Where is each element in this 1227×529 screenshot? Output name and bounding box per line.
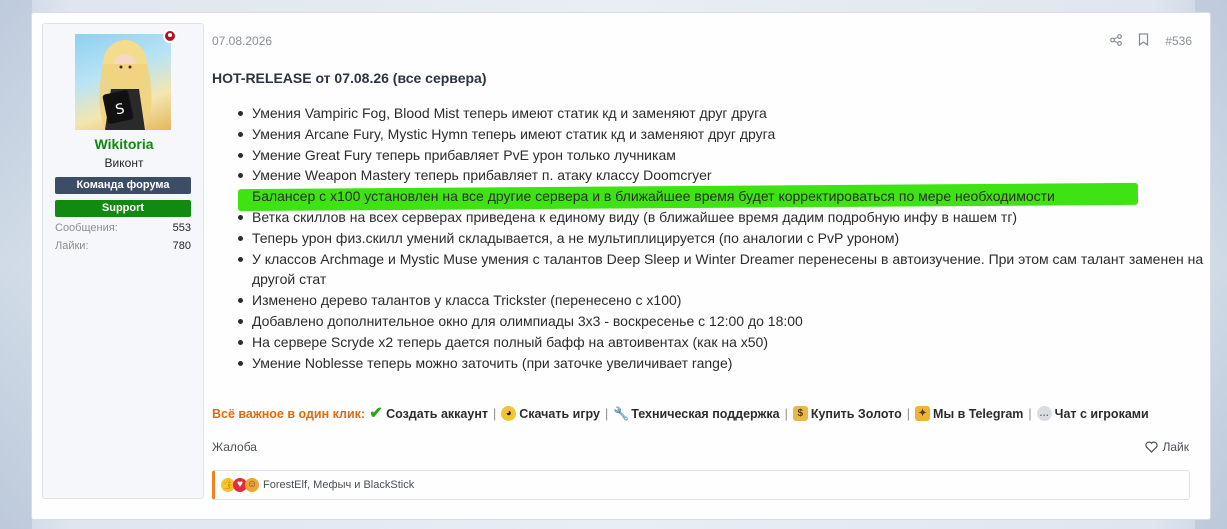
list-item: Умение Great Fury теперь прибавляет PvE … (238, 145, 1227, 166)
avatar[interactable]: S (75, 34, 171, 130)
quick-links-lead: Всё важное в один клик: (212, 406, 366, 421)
likes-value: 780 (172, 240, 191, 252)
likes-stat: Лайки: 780 (55, 240, 191, 252)
online-status-icon (163, 29, 177, 43)
user-info-panel: S Wikitoria Виконт Команда форума Suppor… (42, 23, 204, 499)
list-item-text: Умение Weapon Mastery теперь прибавляет … (252, 167, 712, 184)
speech-bubble-icon: … (1036, 406, 1052, 421)
messages-label: Сообщения: (55, 222, 118, 234)
telegram-link[interactable]: ✦ Мы в Telegram (915, 406, 1023, 421)
bookmark-icon[interactable] (1138, 33, 1149, 49)
list-item: На сервере Scryde x2 теперь дается полны… (238, 332, 1227, 353)
wrench-icon: 🔧 (613, 406, 630, 421)
support-banner: Support (55, 200, 191, 217)
messages-stat: Сообщения: 553 (55, 222, 191, 234)
download-game-label: Скачать игру (519, 406, 600, 421)
list-item-text: У классов Archmage и Mystic Muse умения … (252, 250, 1204, 288)
user-title: Виконт (104, 156, 144, 170)
quick-links: Всё важное в один клик: ✔ Создать аккаунт… (212, 405, 1149, 422)
list-item-text: Умение Great Fury теперь прибавляет PvE … (252, 146, 676, 163)
username[interactable]: Wikitoria (43, 136, 205, 152)
list-item: Теперь урон физ.скилл умений складываетс… (238, 228, 1227, 249)
messages-value: 553 (172, 222, 191, 234)
list-item-text: Теперь урон физ.скилл умений складываетс… (252, 229, 900, 246)
likes-label: Лайки: (55, 240, 89, 252)
list-item-text: Изменено дерево талантов у класса Tricks… (252, 292, 682, 309)
list-item-text: Умение Noblesse теперь можно заточить (п… (252, 354, 733, 371)
list-item: Ветка скиллов на всех серверах приведена… (238, 207, 1227, 228)
avatar-image: S (99, 40, 152, 130)
reactions-bar[interactable]: 👍 ♥ ☺ ForestElf, Мефыч и BlackStick (212, 470, 1190, 500)
list-item: Добавлено дополнительное окно для олимпи… (238, 311, 1227, 332)
post-main: 07.08.2026 #536 HOT-RELEASE от 07.08.26 … (212, 13, 1210, 519)
check-icon: ✔ (369, 405, 383, 422)
team-banner: Команда форума (55, 177, 191, 194)
list-item-text: Умения Arcane Fury, Mystic Hymn теперь и… (252, 125, 776, 142)
changes-list: Умения Vampiric Fog, Blood Mist теперь и… (212, 103, 1227, 373)
tech-support-link[interactable]: 🔧 Техническая поддержка (613, 406, 779, 421)
create-account-link[interactable]: ✔ Создать аккаунт (369, 405, 488, 422)
separator: | (906, 406, 911, 421)
heart-icon (1145, 441, 1159, 453)
player-chat-label: Чат с игроками (1054, 406, 1149, 421)
list-item: Умения Vampiric Fog, Blood Mist теперь и… (238, 103, 1227, 124)
separator: | (1028, 406, 1032, 421)
download-game-link[interactable]: ◕ Скачать игру (501, 406, 600, 421)
create-account-label: Создать аккаунт (386, 406, 488, 421)
post-title: HOT-RELEASE от 07.08.26 (все сервера) (212, 70, 487, 86)
laugh-icon: ☺ (245, 478, 259, 492)
list-item: Умения Arcane Fury, Mystic Hymn теперь и… (238, 124, 1227, 145)
like-button[interactable]: Лайк (1145, 440, 1189, 454)
post-number[interactable]: #536 (1165, 34, 1192, 48)
list-item-text: На сервере Scryde x2 теперь дается полны… (252, 333, 768, 350)
list-item-text: Балансер с х100 установлен на все другие… (252, 188, 1055, 205)
separator: | (784, 406, 788, 421)
tech-support-label: Техническая поддержка (631, 406, 780, 421)
party-popper-icon: ✦ (915, 406, 931, 421)
reactions-users[interactable]: ForestElf, Мефыч и BlackStick (263, 479, 414, 491)
share-icon[interactable] (1110, 33, 1123, 49)
list-item: Умение Noblesse теперь можно заточить (п… (238, 353, 1227, 374)
buy-gold-label: Купить Золото (810, 406, 902, 421)
sunglasses-icon: ◕ (501, 406, 517, 421)
post-actions: #536 (1110, 33, 1192, 49)
player-chat-link[interactable]: … Чат с игроками (1036, 406, 1149, 421)
list-item-text: Умения Vampiric Fog, Blood Mist теперь и… (252, 105, 767, 121)
separator: | (604, 406, 609, 421)
like-label: Лайк (1162, 440, 1189, 454)
money-bag-icon: $ (792, 406, 808, 421)
post-date[interactable]: 07.08.2026 (212, 34, 272, 48)
list-item-text: Добавлено дополнительное окно для олимпи… (252, 312, 803, 329)
report-link[interactable]: Жалоба (212, 440, 257, 454)
list-item-text: Ветка скиллов на всех серверах приведена… (252, 208, 1018, 225)
forum-post: S Wikitoria Виконт Команда форума Suppor… (31, 12, 1211, 520)
list-item: У классов Archmage и Mystic Muse умения … (238, 249, 1227, 291)
list-item: Изменено дерево талантов у класса Tricks… (238, 290, 1227, 311)
buy-gold-link[interactable]: $ Купить Золото (792, 406, 902, 421)
background-left (0, 0, 32, 529)
separator: | (493, 406, 497, 421)
telegram-label: Мы в Telegram (933, 406, 1024, 421)
list-item-highlighted: Балансер с х100 установлен на все другие… (238, 183, 1227, 212)
